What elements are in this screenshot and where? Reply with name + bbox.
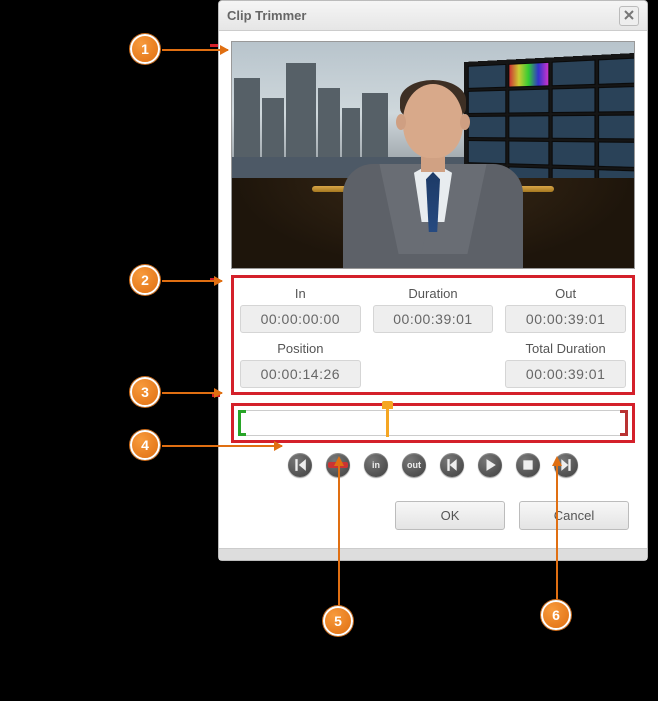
ok-button[interactable]: OK [395,501,505,530]
goto-start-button[interactable] [288,453,312,477]
decoration [210,44,218,47]
close-icon [624,10,634,20]
in-value[interactable]: 00:00:00:00 [240,305,361,333]
out-bracket-icon[interactable] [620,410,628,436]
callout-2: 2 [130,265,160,295]
callout-4-arrow [162,445,282,447]
step-back-icon [445,458,459,472]
close-button[interactable] [619,6,639,26]
mark-in-button[interactable]: in [364,453,388,477]
dialog-resize-bar[interactable] [219,548,647,560]
mark-out-button[interactable]: out [402,453,426,477]
callout-3: 3 [130,377,160,407]
callout-6: 6 [541,600,571,630]
out-value[interactable]: 00:00:39:01 [505,305,626,333]
in-icon: in [372,460,380,470]
scrub-panel [231,403,635,443]
callout-1-arrow [162,49,228,51]
titlebar[interactable]: Clip Trimmer [219,1,647,31]
callout-4: 4 [130,430,160,460]
totaldur-label: Total Duration [505,339,626,358]
skip-start-icon [293,458,307,472]
callout-1: 1 [130,34,160,64]
callout-6-arrowhead [551,456,563,468]
transport-controls: in out [231,453,635,477]
dialog-buttons: OK Cancel [231,501,635,534]
callout-5: 5 [323,606,353,636]
stop-button[interactable] [516,453,540,477]
in-bracket-icon[interactable] [238,410,246,436]
timecode-panel: In Duration Out 00:00:00:00 00:00:39:01 … [231,275,635,395]
callout-5-arrowhead [333,456,345,468]
video-preview[interactable] [231,41,635,269]
in-label: In [240,284,361,303]
callout-5-line [338,459,340,606]
callout-2-arrow [162,280,222,282]
play-button[interactable] [478,453,502,477]
playhead-icon[interactable] [386,407,389,437]
stop-icon [521,458,535,472]
clip-trimmer-dialog: Clip Trimmer [218,0,648,561]
dialog-title: Clip Trimmer [227,8,619,23]
position-value[interactable]: 00:00:14:26 [240,360,361,388]
cancel-button[interactable]: Cancel [519,501,629,530]
callout-6-line [556,459,558,600]
totaldur-value[interactable]: 00:00:39:01 [505,360,626,388]
step-back-button[interactable] [440,453,464,477]
duration-value[interactable]: 00:00:39:01 [373,305,494,333]
out-label: Out [505,284,626,303]
play-icon [483,458,497,472]
callout-3-arrow [162,392,222,394]
duration-label: Duration [373,284,494,303]
scrub-bar[interactable] [238,410,628,436]
out-icon: out [407,460,421,470]
position-label: Position [240,339,361,358]
